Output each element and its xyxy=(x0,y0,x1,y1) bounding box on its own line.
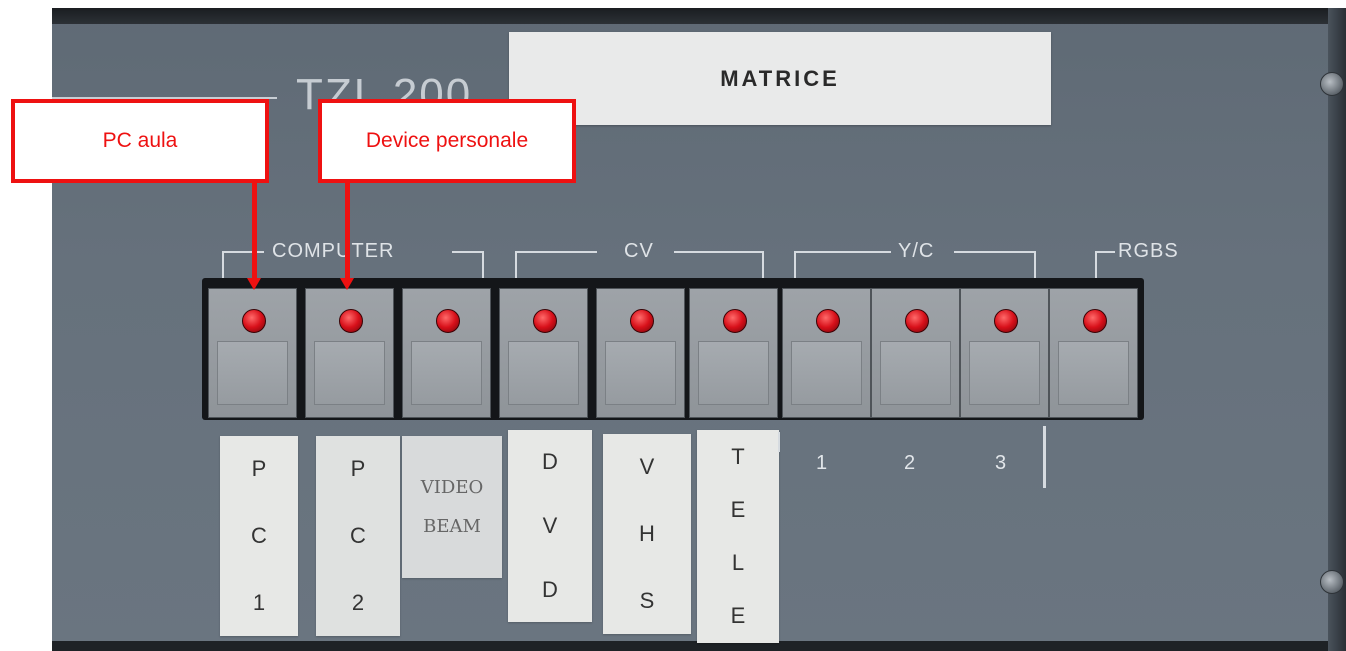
label-char: C xyxy=(350,522,366,548)
section-tick xyxy=(778,432,780,452)
tape-label-dvd: D V D xyxy=(508,430,592,622)
rack-right-edge xyxy=(1328,8,1346,651)
tape-label-vhs: V H S xyxy=(603,434,691,634)
label-char: E xyxy=(730,496,746,522)
arrow-head-device-personale xyxy=(340,278,354,290)
group-label-cv: CV xyxy=(624,240,654,262)
button-face xyxy=(411,341,482,405)
screw-top xyxy=(1320,72,1344,96)
yc-input-2-label: 2 xyxy=(904,452,916,474)
button-face xyxy=(605,341,676,405)
group-label-rgbs: RGBS xyxy=(1118,240,1179,262)
callout-pc-aula: PC aula xyxy=(11,99,269,183)
tape-label-pc1: P C 1 xyxy=(220,436,298,636)
label-char: D xyxy=(542,449,558,474)
label-char: P xyxy=(251,456,267,482)
label-char: H xyxy=(639,520,655,546)
tape-label-pc2: P C 2 xyxy=(316,436,400,636)
input-button-3[interactable] xyxy=(402,288,491,418)
matrice-tape-label: MATRICE xyxy=(509,32,1051,125)
label-char: V xyxy=(639,454,655,480)
button-face xyxy=(508,341,579,405)
button-face xyxy=(314,341,385,405)
button-face xyxy=(791,341,862,405)
led-indicator xyxy=(722,309,747,333)
tape-label-tele: T E L E xyxy=(697,430,779,643)
input-button-6[interactable] xyxy=(689,288,778,418)
yc-input-1-label: 1 xyxy=(816,452,828,474)
button-face xyxy=(217,341,288,405)
callout-device-personale: Device personale xyxy=(318,99,576,183)
label-char: 1 xyxy=(252,589,266,615)
label-char: E xyxy=(730,603,746,629)
input-button-7[interactable] xyxy=(782,288,871,418)
arrow-pc-aula xyxy=(252,179,257,279)
button-face xyxy=(880,341,951,405)
label-char: S xyxy=(639,587,655,613)
input-button-9[interactable] xyxy=(960,288,1049,418)
led-indicator xyxy=(338,309,363,333)
led-indicator xyxy=(532,309,557,333)
group-label-yc: Y/C xyxy=(898,240,935,262)
label-char: L xyxy=(731,550,745,576)
led-indicator xyxy=(815,309,840,333)
label-char: V xyxy=(542,513,558,538)
yc-input-3-label: 3 xyxy=(995,452,1007,474)
led-indicator xyxy=(993,309,1018,333)
input-button-1[interactable] xyxy=(208,288,297,418)
button-face xyxy=(1058,341,1129,405)
screw-bottom xyxy=(1320,570,1344,594)
arrow-device-personale xyxy=(345,179,350,279)
button-face xyxy=(698,341,769,405)
group-label-computer: COMPUTER xyxy=(272,240,395,262)
label-word: VIDEO xyxy=(420,477,484,498)
input-button-10[interactable] xyxy=(1049,288,1138,418)
section-divider xyxy=(1043,426,1046,488)
led-indicator xyxy=(904,309,929,333)
led-indicator xyxy=(629,309,654,333)
label-word: BEAM xyxy=(423,516,481,537)
label-char: C xyxy=(251,522,267,548)
label-char: 2 xyxy=(351,589,365,615)
led-indicator xyxy=(1082,309,1107,333)
rack-top-edge xyxy=(52,8,1346,24)
input-button-5[interactable] xyxy=(596,288,685,418)
label-char: T xyxy=(731,443,745,469)
label-char: D xyxy=(542,577,558,602)
button-face xyxy=(969,341,1040,405)
arrow-head-pc-aula xyxy=(247,278,261,290)
tape-label-video: VIDEO BEAM xyxy=(402,436,502,578)
led-indicator xyxy=(435,309,460,333)
input-button-4[interactable] xyxy=(499,288,588,418)
input-button-2[interactable] xyxy=(305,288,394,418)
led-indicator xyxy=(241,309,266,333)
label-char: P xyxy=(350,456,366,482)
input-button-8[interactable] xyxy=(871,288,960,418)
